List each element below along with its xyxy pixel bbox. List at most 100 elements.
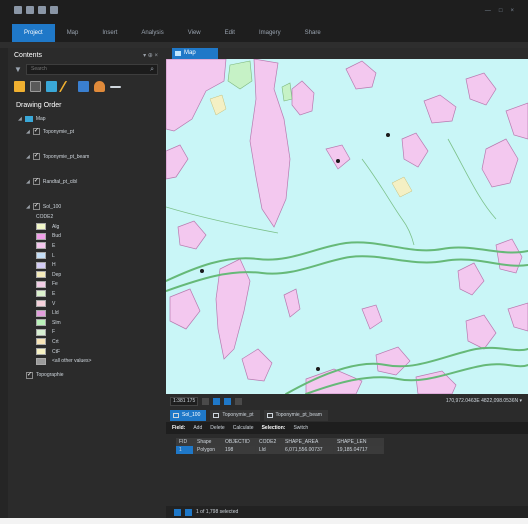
column-header[interactable]: SHAPE_LEN [334,438,384,446]
point-marker[interactable] [316,367,320,371]
legend-label: Fe [52,281,58,288]
list-by-labeling-icon[interactable] [94,81,105,92]
pause-drawing-icon[interactable] [224,397,231,405]
expand-arrow-icon[interactable]: ◢ [26,154,30,160]
attribute-tab[interactable]: Toponymie_pt_beam [263,409,328,421]
switch-selection-button[interactable]: Switch [293,425,308,431]
map-view[interactable] [166,59,528,394]
legend-item[interactable]: F [8,328,164,338]
layer-visibility-checkbox[interactable]: ✓ [26,371,33,379]
table-cell[interactable]: 6,071,556.00737 [282,446,334,454]
navigate-icon[interactable] [213,397,220,405]
ribbon-tab-edit[interactable]: Edit [213,24,247,42]
undo-icon[interactable] [50,6,58,14]
legend-item[interactable]: Lld [8,308,164,318]
tab-map[interactable]: Map [172,48,218,59]
legend-swatch [36,280,46,288]
ribbon-tab-view[interactable]: View [176,24,213,42]
left-rail [0,48,8,518]
point-marker[interactable] [200,269,204,273]
more-icon[interactable] [110,85,121,88]
legend-item[interactable]: V [8,299,164,309]
search-input[interactable]: Search ⌕ [26,64,158,75]
table-cell[interactable]: Polygon [194,446,222,454]
table-cell[interactable]: 198 [222,446,256,454]
ribbon-tab-imagery[interactable]: Imagery [247,24,293,42]
legend-label: Dep [52,271,62,278]
map-canvas[interactable] [166,59,528,394]
attribute-tab-label: Toponymie_pt_beam [275,411,322,418]
pane-controls[interactable]: ▾ ⊕ × [143,52,158,59]
legend-item[interactable]: Bud [8,232,164,242]
ribbon-tab-project[interactable]: Project [12,24,55,42]
layer-topographie[interactable]: ✓ Topographie [8,370,164,381]
layer-item[interactable]: ◢ ✓ Toponymie_pt [8,126,164,137]
close-icon[interactable]: × [510,8,514,14]
coordinate-readout[interactable]: 170,972.0463E 4822,098.0536N ▾ [446,398,522,404]
list-by-source-icon[interactable] [30,81,41,92]
legend-item[interactable]: <all other values> [8,356,164,366]
attribute-tab[interactable]: Toponymie_pt [210,409,260,421]
list-by-editing-icon[interactable] [58,81,77,92]
legend-item[interactable]: E [8,241,164,251]
table-cell[interactable]: 19,185.04717 [334,446,384,454]
legend-swatch [36,261,46,269]
legend-item[interactable]: E [8,289,164,299]
layer-visibility-checkbox[interactable]: ✓ [32,128,40,135]
column-header[interactable]: Shape [194,438,222,446]
column-header[interactable]: CODE2 [256,438,282,446]
layer-item[interactable]: ◢ ✓ Randtal_pt_cibl [8,176,164,187]
legend-swatch [36,328,46,336]
legend-item[interactable]: L [8,251,164,261]
expand-arrow-icon[interactable]: ◢ [26,179,30,185]
filter-icon[interactable]: ▼ [14,65,22,74]
show-all-records-icon[interactable] [174,508,181,516]
list-by-selection-icon[interactable] [46,81,57,92]
layer-visibility-checkbox[interactable]: ✓ [32,153,40,160]
attribute-grid[interactable]: FID Shape OBJECTID CODE2 SHAPE_AREA SHAPE_LEN… [176,438,528,454]
legend-item[interactable]: CtF [8,347,164,357]
list-by-snapping-icon[interactable] [78,81,89,92]
layer-item[interactable]: ◢ ✓ Sol_100 [8,201,164,212]
table-cell[interactable]: Lld [256,446,282,454]
calculate-field-button[interactable]: Calculate [233,425,254,431]
legend-item[interactable]: Alg [8,222,164,232]
zoom-in-icon[interactable] [202,397,209,405]
legend-item[interactable]: Dep [8,270,164,280]
expand-arrow-icon[interactable]: ◢ [26,204,30,210]
save-icon[interactable] [26,6,34,14]
legend-item[interactable]: Slm [8,318,164,328]
layer-item[interactable]: ◢ ✓ Toponymie_pt_beam [8,151,164,162]
table-row[interactable]: 1 Polygon 198 Lld 6,071,556.00737 19,185.0471… [176,446,528,454]
expand-arrow-icon[interactable]: ◢ [26,129,30,135]
show-selected-records-icon[interactable] [185,508,192,516]
layer-visibility-checkbox[interactable]: ✓ [32,178,40,185]
ribbon-tab-insert[interactable]: Insert [90,24,129,42]
legend-item[interactable]: H [8,260,164,270]
legend-item[interactable]: Fe [8,280,164,290]
legend-item[interactable]: Crt [8,337,164,347]
point-marker[interactable] [386,133,390,137]
column-header[interactable]: OBJECTID [222,438,256,446]
ribbon-tab-share[interactable]: Share [293,24,333,42]
scale-selector[interactable]: 1:381 175 [170,396,198,406]
column-header[interactable]: FID [176,438,194,446]
search-icon[interactable]: ⌕ [150,65,154,74]
map-node[interactable]: ◢ Map [8,113,164,124]
attribute-tab[interactable]: Sol_100 [170,409,207,421]
legend-swatch [36,309,46,317]
expand-arrow-icon[interactable]: ◢ [18,116,22,122]
add-field-button[interactable]: Add [193,425,202,431]
minimize-icon[interactable]: — [485,8,491,14]
ribbon-tab-map[interactable]: Map [55,24,91,42]
open-icon[interactable] [38,6,46,14]
maximize-icon[interactable]: □ [499,8,503,14]
delete-field-button[interactable]: Delete [210,425,224,431]
layer-visibility-checkbox[interactable]: ✓ [32,203,40,210]
list-by-drawing-order-icon[interactable] [14,81,25,92]
table-cell[interactable]: 1 [176,446,194,454]
point-marker[interactable] [336,159,340,163]
ribbon-tab-analysis[interactable]: Analysis [129,24,175,42]
refresh-icon[interactable] [235,397,242,405]
column-header[interactable]: SHAPE_AREA [282,438,334,446]
